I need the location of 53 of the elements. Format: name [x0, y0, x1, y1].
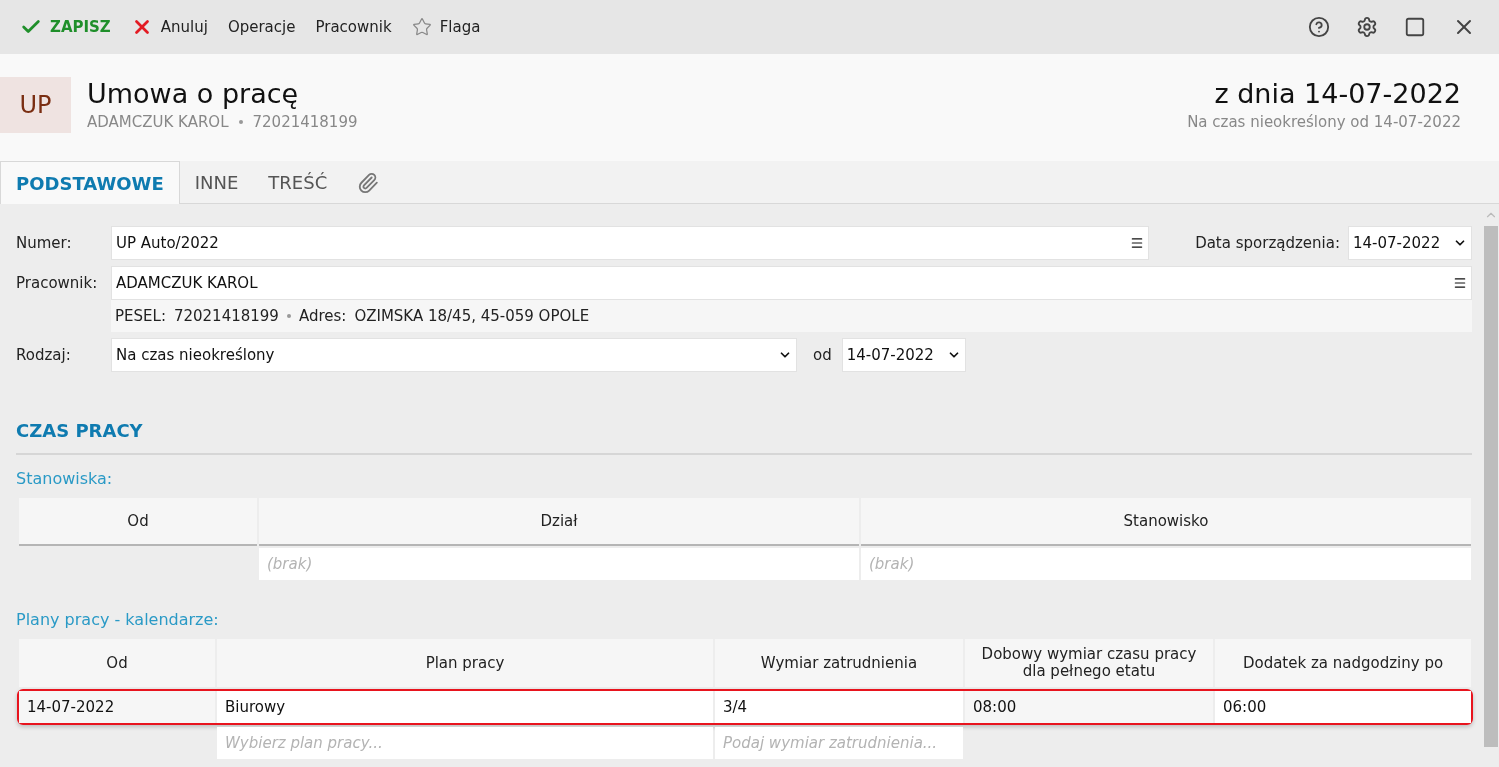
info-value: 72021418199: [173, 307, 279, 325]
field-label: Rodzaj:: [16, 346, 72, 364]
field-label: Numer:: [16, 234, 73, 252]
field-label: Data sporządzenia:: [1195, 234, 1340, 252]
table-cell: Biurowy: [217, 691, 713, 723]
separator-dot-icon: [286, 314, 291, 318]
table-cell: 14-07-2022: [19, 691, 215, 723]
settings-icon: [1356, 16, 1378, 38]
type-dropdown[interactable]: Na czas nieokreślony: [111, 338, 797, 372]
document-date: z dnia 14-07-2022: [1214, 77, 1461, 111]
star-icon: [411, 17, 432, 37]
separator-dot-icon: [238, 120, 243, 124]
column-header: Plan pracy: [217, 639, 713, 687]
column-header: Wymiar zatrudnienia: [715, 639, 963, 687]
menu-icon: [1453, 276, 1467, 290]
column-header: Dobowy wymiar czasu pracy dla pełnego etatu: [965, 639, 1213, 687]
column-header: Stanowisko: [861, 498, 1471, 546]
toolbar-button[interactable]: Pracownik: [305, 12, 402, 42]
info-label: PESEL:: [115, 307, 166, 325]
table-cell: 08:00: [965, 691, 1213, 723]
field-label: od: [813, 346, 832, 364]
date-dropdown[interactable]: 14-07-2022: [1348, 226, 1472, 260]
paperclip-icon: [357, 171, 380, 194]
info-label: Adres:: [298, 307, 347, 325]
contract-period: Na czas nieokreślony od 14-07-2022: [1187, 113, 1461, 131]
menu-icon: [1130, 236, 1145, 250]
column-header: Dział: [259, 498, 859, 546]
document-badge: UP: [0, 77, 71, 133]
employee-field[interactable]: ADAMCZUK KAROL: [111, 266, 1472, 300]
table-row[interactable]: 14-07-2022 Biurowy 3/4 08:00 06:00: [17, 689, 1473, 725]
column-header: Od: [19, 498, 257, 546]
table-cell: 06:00: [1215, 691, 1471, 723]
date-dropdown[interactable]: 14-07-2022: [841, 338, 966, 372]
document-title: Umowa o pracę: [87, 77, 300, 111]
field-label: Pracownik:: [16, 274, 99, 292]
number-field[interactable]: UP Auto/2022: [111, 226, 1150, 260]
info-value: OZIMSKA 18/45, 45-059 OPOLE: [354, 307, 590, 325]
column-header: Od: [19, 639, 215, 687]
toolbar-button[interactable]: Operacje: [217, 12, 306, 42]
toolbar-button[interactable]: Flaga: [401, 11, 491, 43]
table-cell: 3/4: [715, 691, 963, 723]
tab[interactable]: TREŚĆ: [253, 161, 343, 204]
table-title: Plany pracy - kalendarze:: [16, 610, 220, 629]
tab[interactable]: INNE: [179, 161, 254, 204]
tab[interactable]: PODSTAWOWE: [0, 161, 180, 204]
table-title: Stanowiska:: [16, 469, 114, 488]
section-title: CZAS PRACY: [16, 420, 1472, 455]
employee-pesel: 72021418199: [252, 113, 358, 131]
maximize-icon: [1404, 16, 1426, 38]
column-header: Dodatek za nadgodziny po: [1215, 639, 1471, 687]
toolbar-button[interactable]: Anuluj: [120, 10, 218, 44]
employee-name: ADAMCZUK KAROL: [87, 113, 229, 131]
help-icon: [1308, 16, 1330, 38]
